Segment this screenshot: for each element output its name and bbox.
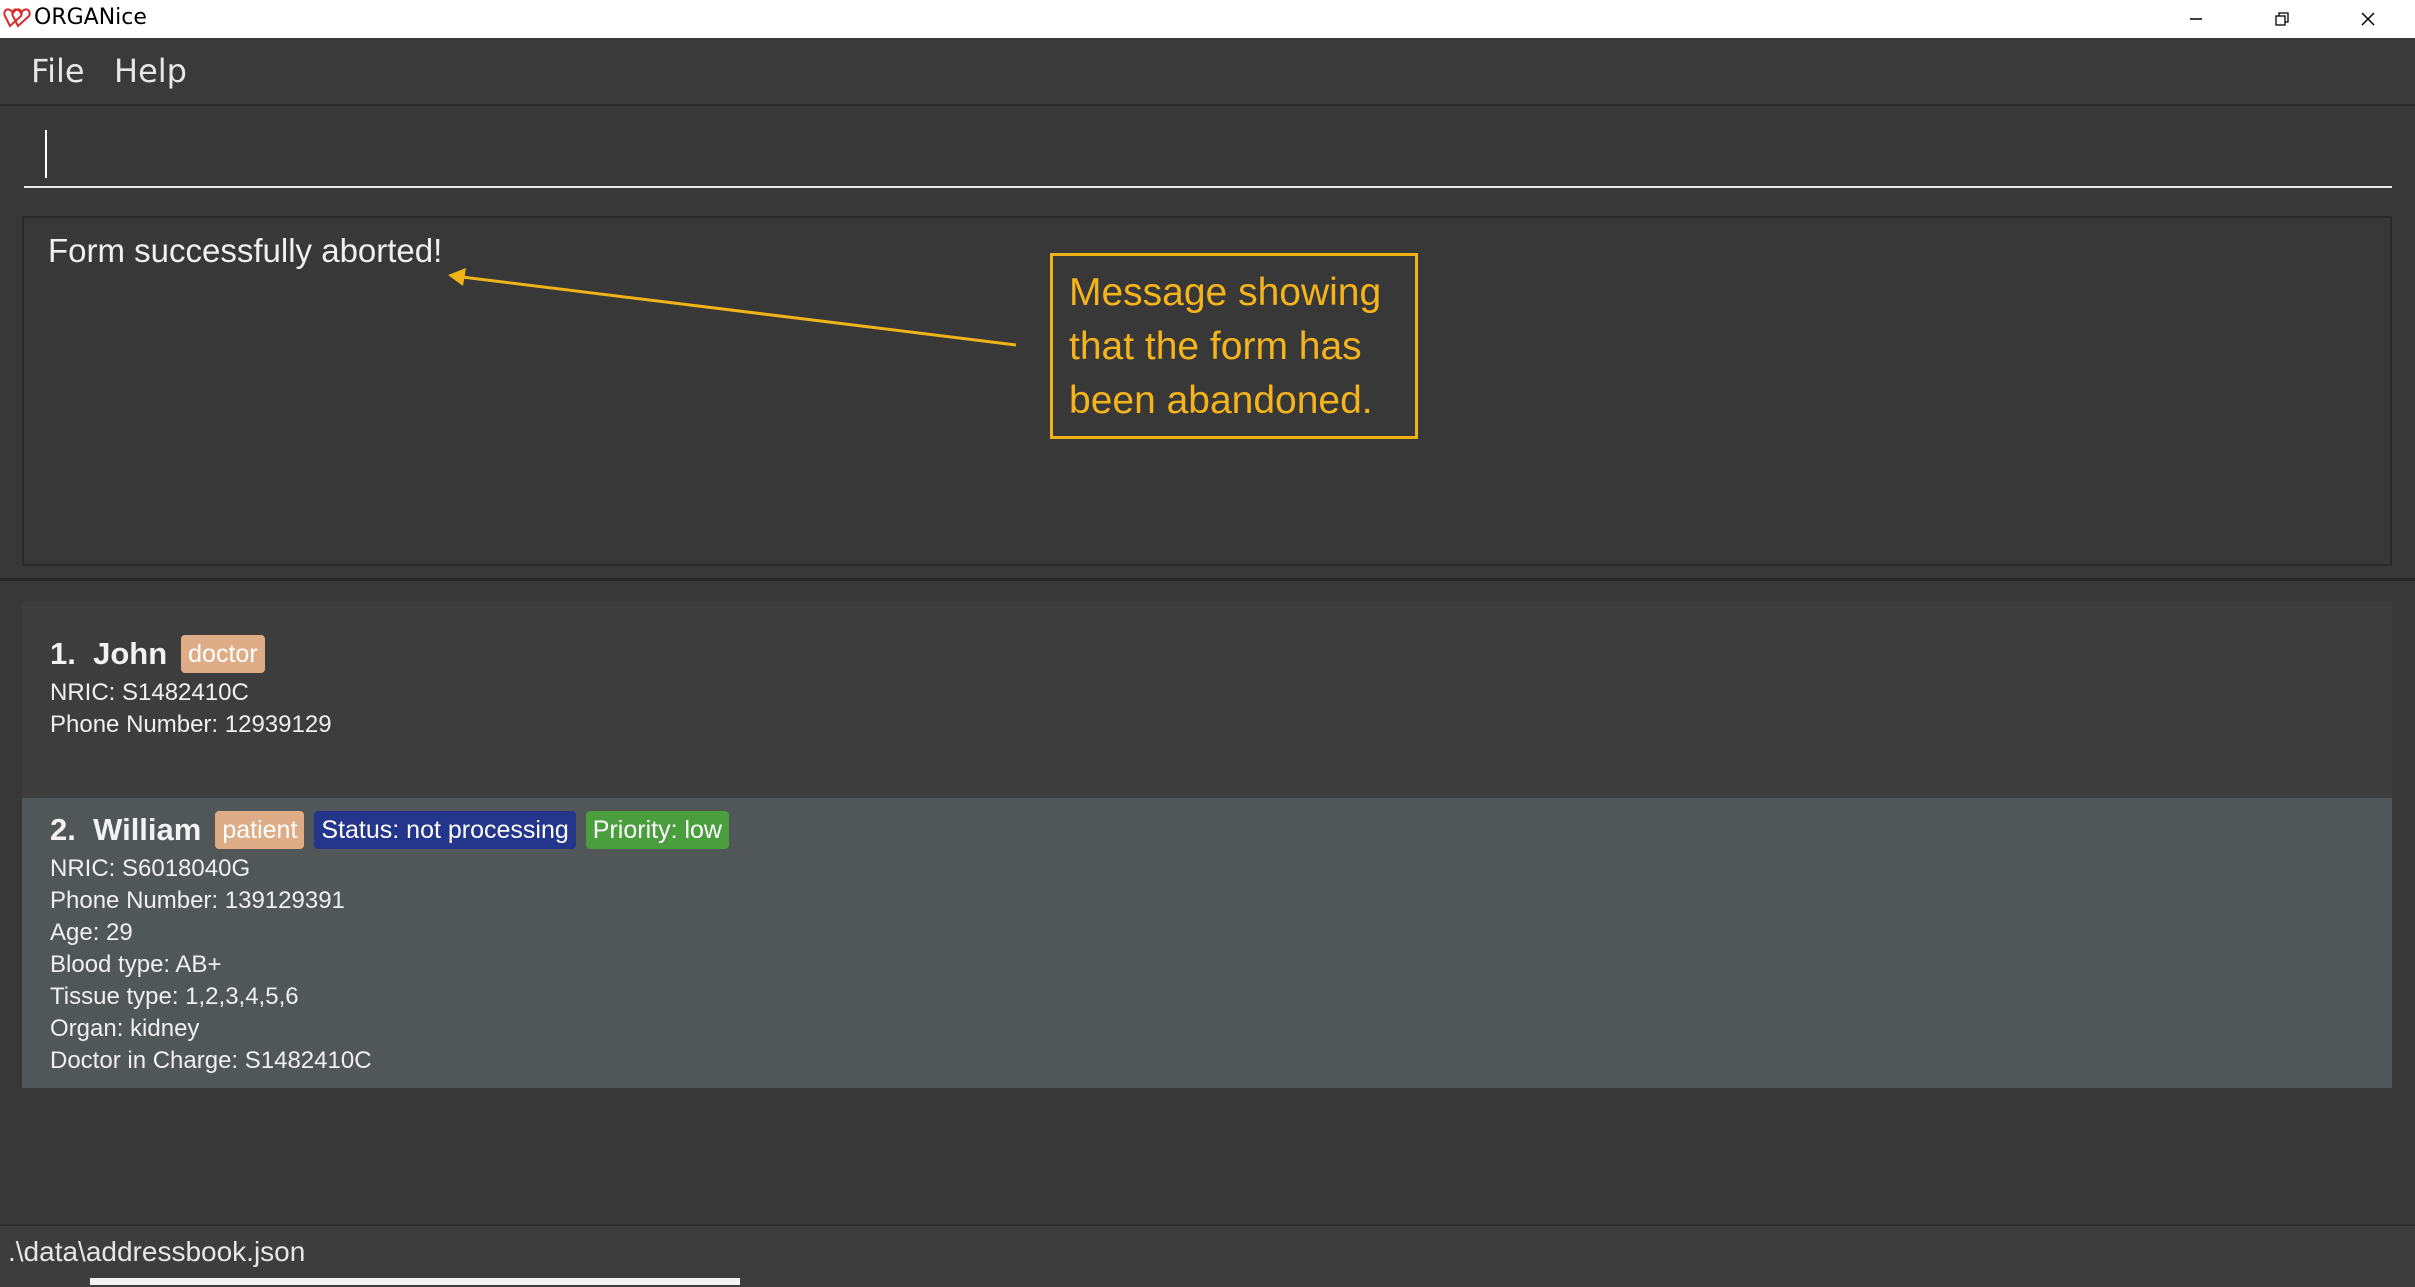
person-card[interactable]: 1. John doctor NRIC: S1482410C Phone Num… (22, 602, 2392, 798)
person-nric: NRIC: S1482410C (50, 679, 249, 706)
person-age: Age: 29 (50, 919, 133, 946)
role-tag: patient (215, 811, 305, 849)
person-organ: Organ: kidney (50, 1015, 200, 1042)
person-card-selected[interactable]: 2. William patient Status: not processin… (22, 798, 2392, 1088)
person-name: 2. William (50, 812, 202, 847)
horizontal-scrollbar[interactable] (90, 1278, 740, 1285)
pane-divider[interactable] (0, 578, 2415, 581)
status-tag: Status: not processing (314, 811, 576, 849)
person-blood-type: Blood type: AB+ (50, 951, 222, 978)
person-tissue-type: Tissue type: 1,2,3,4,5,6 (50, 983, 299, 1010)
role-tag: doctor (181, 635, 265, 673)
person-list: 1. John doctor NRIC: S1482410C Phone Num… (0, 582, 2415, 1222)
person-phone: Phone Number: 139129391 (50, 887, 345, 914)
person-nric: NRIC: S6018040G (50, 855, 251, 882)
annotation-callout: Message showing that the form has been a… (1050, 253, 1418, 439)
person-name: 1. John (50, 636, 168, 671)
annotation-text: Message showing that the form has been a… (1069, 271, 1382, 422)
save-location: .\data\addressbook.json (8, 1236, 306, 1267)
priority-tag: Priority: low (585, 811, 729, 849)
person-doctor-in-charge: Doctor in Charge: S1482410C (50, 1047, 372, 1074)
person-phone: Phone Number: 12939129 (50, 711, 332, 738)
